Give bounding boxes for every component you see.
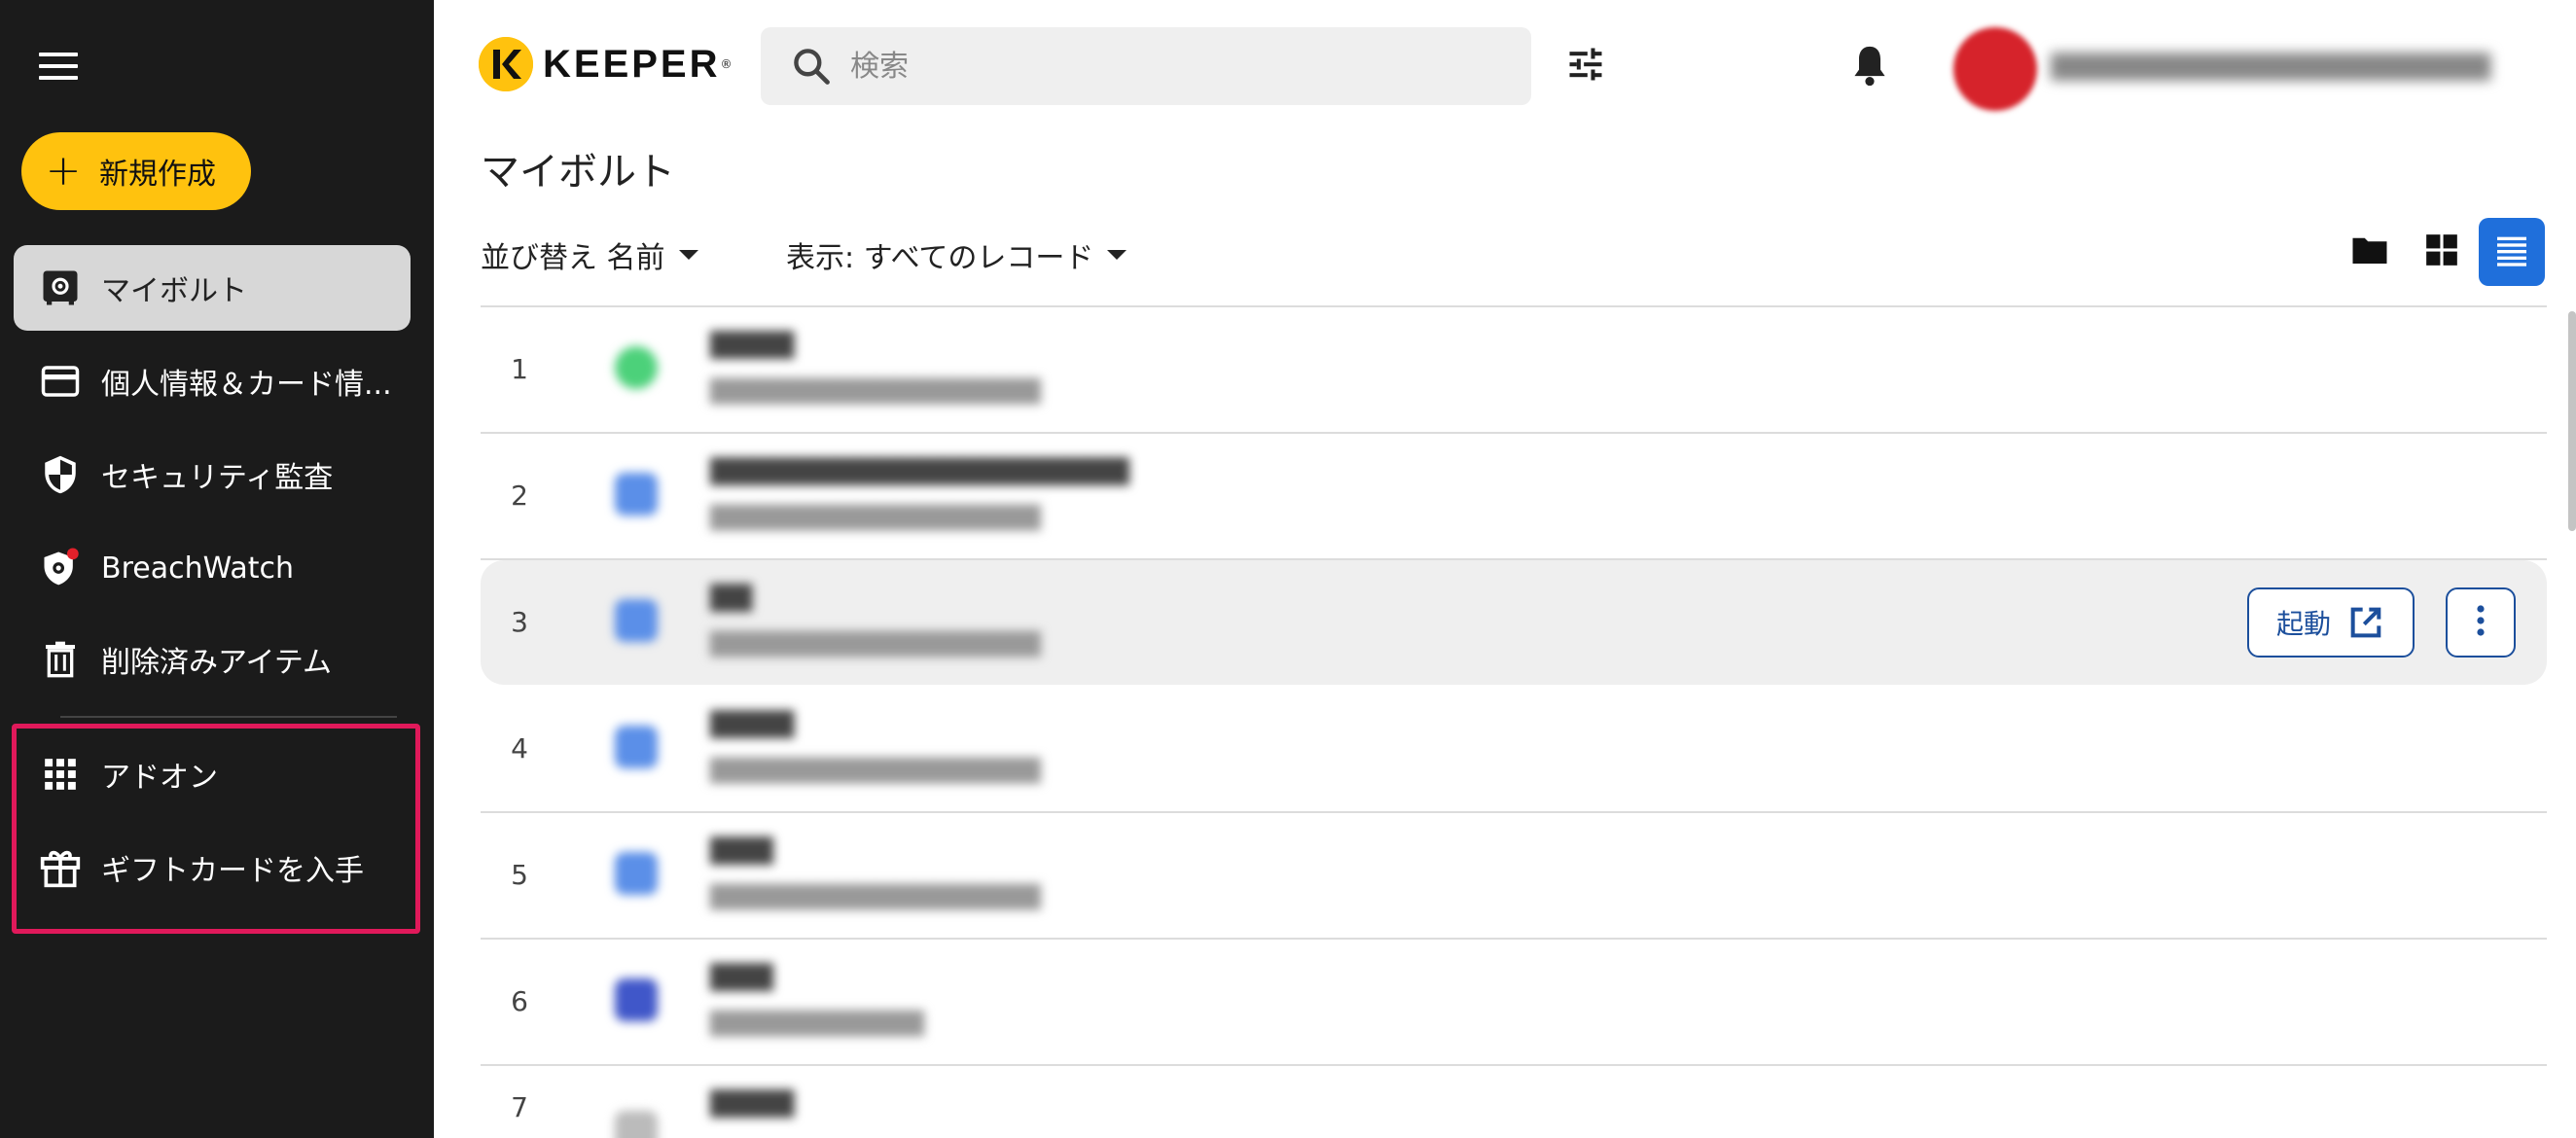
page-title: マイボルト bbox=[481, 150, 675, 195]
record-blurred: ▇▇▇ ▇▇▇▇▇▇▇▇▇▇▇ bbox=[574, 940, 1790, 1064]
record-subtitle-blurred: ▇▇▇▇▇▇▇▇▇▇▇▇▇▇▇▇▇ bbox=[710, 755, 1041, 784]
record-icon bbox=[615, 599, 658, 642]
folder-view-button[interactable] bbox=[2337, 218, 2403, 286]
plus-icon: + bbox=[45, 146, 82, 196]
record-title-blurred: ▇▇▇▇ bbox=[710, 1085, 795, 1118]
record-icon bbox=[615, 346, 658, 389]
row-number: 5 bbox=[511, 859, 528, 891]
user-avatar[interactable] bbox=[1953, 27, 2037, 111]
sort-label: 並び替え 名前 bbox=[481, 241, 665, 275]
notification-bell-icon[interactable] bbox=[1848, 43, 1891, 89]
sidebar-item-label: 削除済みアイテム bbox=[101, 646, 332, 680]
sidebar-item-label: マイボルト bbox=[101, 274, 247, 308]
hamburger-menu-icon[interactable] bbox=[39, 53, 78, 80]
grid-view-button[interactable] bbox=[2409, 218, 2475, 286]
list-view-button[interactable] bbox=[2479, 218, 2545, 286]
caret-down-icon bbox=[678, 250, 698, 260]
keeper-logo[interactable]: KEEPER ® bbox=[479, 37, 733, 91]
vault-icon bbox=[37, 265, 84, 311]
caret-down-icon bbox=[1107, 250, 1127, 260]
record-title-blurred: ▇▇▇▇▇▇▇▇▇▇▇▇▇▇▇▇▇▇▇▇ bbox=[710, 453, 1129, 485]
table-row[interactable]: 2 ▇▇▇▇▇▇▇▇▇▇▇▇▇▇▇▇▇▇▇▇ ▇▇▇▇▇▇▇▇▇▇▇▇▇▇▇▇▇ bbox=[481, 434, 2547, 558]
new-item-label: 新規作成 bbox=[99, 158, 216, 192]
record-subtitle-blurred: ▇▇▇▇▇▇▇▇▇▇▇▇▇▇▇▇▇ bbox=[710, 375, 1041, 405]
breachwatch-icon bbox=[37, 545, 84, 591]
row-number: 4 bbox=[511, 732, 528, 765]
row-number: 3 bbox=[511, 606, 528, 638]
registered-mark: ® bbox=[720, 57, 733, 71]
sidebar-item-identity-cards[interactable]: 個人情報＆カード情... bbox=[14, 338, 411, 424]
record-title-blurred: ▇▇ bbox=[710, 580, 753, 612]
record-blurred: ▇▇ ▇▇▇▇▇▇▇▇▇▇▇▇▇▇▇▇▇ bbox=[574, 560, 1790, 685]
table-row[interactable]: 7 ▇▇▇▇ bbox=[481, 1066, 2547, 1138]
display-label: 表示: すべてのレコード bbox=[786, 241, 1094, 275]
grid-view-icon bbox=[2423, 231, 2460, 272]
display-filter-dropdown[interactable]: 表示: すべてのレコード bbox=[786, 233, 1127, 276]
table-row-hovered[interactable]: 3 ▇▇ ▇▇▇▇▇▇▇▇▇▇▇▇▇▇▇▇▇ bbox=[481, 560, 2547, 685]
sidebar-item-breachwatch[interactable]: BreachWatch bbox=[14, 525, 411, 611]
launch-label: 起動 bbox=[2275, 608, 2331, 640]
record-icon bbox=[615, 726, 658, 768]
record-subtitle-blurred: ▇▇▇▇▇▇▇▇▇▇▇▇▇▇▇▇▇ bbox=[710, 628, 1041, 658]
sort-dropdown[interactable]: 並び替え 名前 bbox=[481, 233, 698, 276]
record-blurred: ▇▇▇▇ ▇▇▇▇▇▇▇▇▇▇▇▇▇▇▇▇▇ bbox=[574, 307, 1790, 432]
sidebar-item-security-audit[interactable]: セキュリティ監査 bbox=[14, 432, 411, 517]
folder-icon bbox=[2349, 230, 2390, 274]
launch-button[interactable]: 起動 bbox=[2247, 587, 2415, 658]
sidebar: + 新規作成 マイボルト 個人情報＆カード情... セキュリティ監査 Breac… bbox=[0, 0, 434, 1138]
sidebar-divider bbox=[60, 716, 397, 718]
record-blurred: ▇▇▇▇ ▇▇▇▇▇▇▇▇▇▇▇▇▇▇▇▇▇ bbox=[574, 687, 1790, 811]
table-row[interactable]: 4 ▇▇▇▇ ▇▇▇▇▇▇▇▇▇▇▇▇▇▇▇▇▇ bbox=[481, 687, 2547, 811]
record-blurred: ▇▇▇▇ bbox=[574, 1066, 1790, 1138]
sidebar-item-label: セキュリティ監査 bbox=[101, 461, 334, 495]
open-external-icon bbox=[2346, 603, 2385, 642]
sidebar-item-my-vault[interactable]: マイボルト bbox=[14, 245, 411, 331]
sidebar-item-label: 個人情報＆カード情... bbox=[101, 368, 392, 402]
row-number: 2 bbox=[511, 480, 528, 512]
record-subtitle-blurred: ▇▇▇▇▇▇▇▇▇▇▇ bbox=[710, 1008, 924, 1037]
record-title-blurred: ▇▇▇ bbox=[710, 959, 773, 991]
table-row[interactable]: 6 ▇▇▇ ▇▇▇▇▇▇▇▇▇▇▇ bbox=[481, 940, 2547, 1064]
table-row[interactable]: 1 ▇▇▇▇ ▇▇▇▇▇▇▇▇▇▇▇▇▇▇▇▇▇ bbox=[481, 307, 2547, 432]
record-title-blurred: ▇▇▇ bbox=[710, 833, 773, 865]
more-options-button[interactable] bbox=[2446, 587, 2516, 658]
record-title-blurred: ▇▇▇▇ bbox=[710, 327, 795, 359]
record-subtitle-blurred: ▇▇▇▇▇▇▇▇▇▇▇▇▇▇▇▇▇ bbox=[710, 502, 1041, 531]
search-icon bbox=[790, 45, 833, 88]
new-item-button[interactable]: + 新規作成 bbox=[21, 132, 251, 210]
record-title-blurred: ▇▇▇▇ bbox=[710, 706, 795, 738]
search-bar[interactable] bbox=[761, 27, 1531, 105]
sidebar-item-deleted-items[interactable]: 削除済みアイテム bbox=[14, 617, 411, 702]
account-email-blurred[interactable]: ▇▇▇▇▇▇▇▇▇▇▇▇▇▇▇▇▇▇▇▇▇ bbox=[2051, 49, 2557, 88]
record-icon bbox=[615, 1111, 658, 1138]
row-number: 1 bbox=[511, 353, 528, 385]
highlight-annotation-box bbox=[12, 724, 420, 934]
keeper-logo-mark bbox=[479, 37, 533, 91]
row-number: 6 bbox=[511, 985, 528, 1017]
credit-card-icon bbox=[37, 358, 84, 405]
search-input[interactable] bbox=[850, 49, 1473, 84]
row-number: 7 bbox=[511, 1091, 528, 1123]
table-row[interactable]: 5 ▇▇▇ ▇▇▇▇▇▇▇▇▇▇▇▇▇▇▇▇▇ bbox=[481, 813, 2547, 938]
record-icon bbox=[615, 978, 658, 1021]
sidebar-item-label: BreachWatch bbox=[101, 551, 295, 586]
record-blurred: ▇▇▇ ▇▇▇▇▇▇▇▇▇▇▇▇▇▇▇▇▇ bbox=[574, 813, 1790, 938]
shield-icon bbox=[37, 451, 84, 498]
record-subtitle-blurred: ▇▇▇▇▇▇▇▇▇▇▇▇▇▇▇▇▇ bbox=[710, 881, 1041, 910]
list-view-icon bbox=[2492, 231, 2531, 273]
more-vertical-icon bbox=[2475, 603, 2487, 642]
filter-settings-icon[interactable] bbox=[1564, 43, 1607, 86]
record-blurred: ▇▇▇▇▇▇▇▇▇▇▇▇▇▇▇▇▇▇▇▇ ▇▇▇▇▇▇▇▇▇▇▇▇▇▇▇▇▇ bbox=[574, 434, 1790, 558]
record-icon bbox=[615, 852, 658, 895]
vertical-scrollbar[interactable] bbox=[2568, 311, 2576, 531]
keeper-logo-text: KEEPER bbox=[543, 42, 721, 86]
trash-icon bbox=[37, 636, 84, 683]
record-icon bbox=[615, 473, 658, 516]
